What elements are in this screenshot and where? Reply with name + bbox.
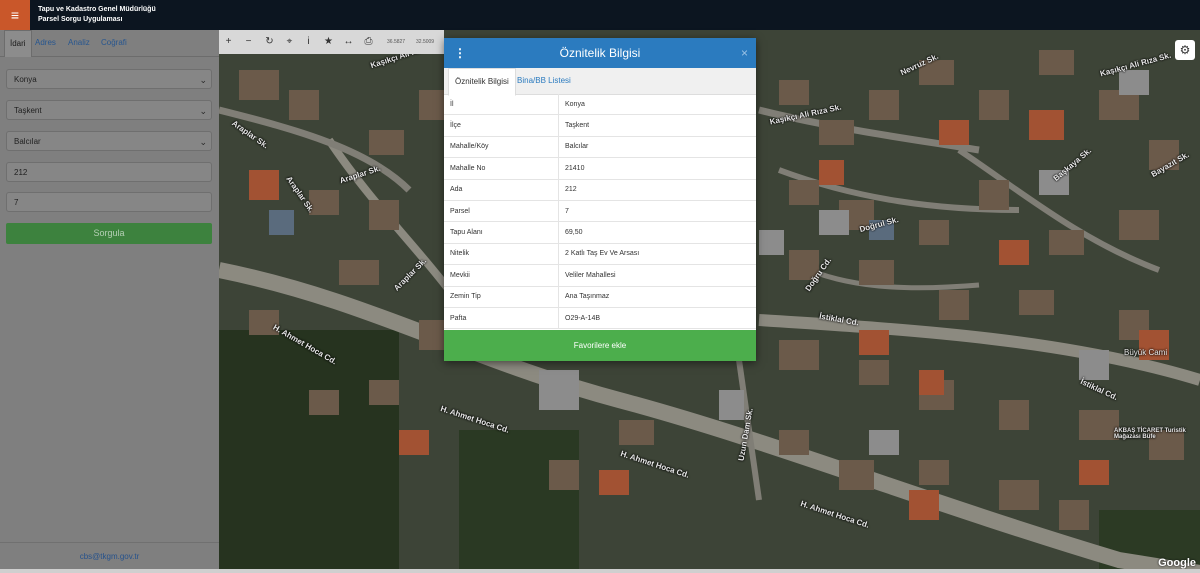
- attribute-value: Veliler Mahallesi: [558, 264, 756, 287]
- sidebar: İdari Adres Analiz Coğrafi Konya ⌄ Taşke…: [0, 30, 219, 573]
- ilce-select[interactable]: Taşkent ⌄: [6, 100, 212, 120]
- table-row: Mahalle No 21410: [444, 157, 756, 180]
- parsel-input-value: 7: [14, 198, 19, 207]
- info-icon[interactable]: i: [299, 30, 318, 54]
- chevron-down-icon: ⌄: [199, 106, 207, 116]
- attribute-key: İlçe: [444, 114, 559, 137]
- print-icon[interactable]: ⎙: [359, 30, 378, 54]
- coord-y: 32.5009: [416, 39, 435, 45]
- table-row: Tapu Alanı 69,50: [444, 221, 756, 244]
- attribute-modal: Öznitelik Bilgisi ⋮ × Öznitelik Bilgisi …: [444, 38, 756, 361]
- app-title-line2: Parsel Sorgu Uygulaması: [38, 16, 123, 23]
- attribute-key: Tapu Alanı: [444, 221, 559, 244]
- modal-header: Öznitelik Bilgisi ⋮ ×: [444, 38, 756, 68]
- app-brand: Tapu ve Kadastro Genel Müdürlüğü Parsel …: [38, 5, 156, 25]
- google-attribution: Google: [1158, 557, 1196, 569]
- attribute-key: Mahalle No: [444, 157, 559, 180]
- sorgula-button[interactable]: Sorgula: [6, 223, 212, 244]
- attribute-value: 2 Katlı Taş Ev Ve Arsası: [558, 243, 756, 266]
- coord-x: 36.5827: [387, 39, 406, 45]
- tab-analiz[interactable]: Analiz: [68, 30, 90, 56]
- top-bar: ≡ Tapu ve Kadastro Genel Müdürlüğü Parse…: [0, 0, 1200, 30]
- table-row: İlçe Taşkent: [444, 114, 756, 137]
- attribute-key: Nitelik: [444, 243, 559, 266]
- hamburger-icon[interactable]: ≡: [0, 0, 30, 30]
- table-row: Mahalle/Köy Balcılar: [444, 136, 756, 159]
- chevron-down-icon: ⌄: [199, 137, 207, 147]
- attribute-value: Ana Taşınmaz: [558, 286, 756, 308]
- attribute-value: 21410: [558, 157, 756, 180]
- mahalle-select[interactable]: Balcılar ⌄: [6, 131, 212, 151]
- minus-icon[interactable]: −: [239, 30, 258, 54]
- modal-tabs: Öznitelik Bilgisi Bina/BB Listesi: [444, 68, 756, 96]
- landmark-label: Büyük Cami: [1124, 348, 1168, 357]
- attribute-value: 7: [558, 200, 756, 223]
- modal-title: Öznitelik Bilgisi: [559, 46, 641, 60]
- map-toolbar: + − ↻ ⌖ i ★ ↔ ⎙ 36.5827 32.5009: [219, 30, 444, 54]
- attribute-key: Mahalle/Köy: [444, 136, 559, 159]
- tab-adres[interactable]: Adres: [35, 30, 56, 56]
- attribute-value: Konya: [558, 94, 756, 116]
- table-row: Pafta O29-A-14B: [444, 307, 756, 330]
- table-row: Ada 212: [444, 179, 756, 201]
- attribute-value: Balcılar: [558, 136, 756, 159]
- tab-oznitelik[interactable]: Öznitelik Bilgisi: [448, 68, 516, 96]
- tab-bina-listesi[interactable]: Bina/BB Listesi: [511, 68, 577, 94]
- add-favorite-button[interactable]: Favorilere ekle: [444, 330, 756, 361]
- kebab-menu-icon[interactable]: ⋮: [454, 38, 466, 68]
- star-icon[interactable]: ★: [319, 30, 338, 54]
- app-title-line1: Tapu ve Kadastro Genel Müdürlüğü: [38, 6, 156, 13]
- landmark-label: AKBAŞ TİCARET Turistik Mağazası Büfe: [1114, 428, 1186, 440]
- ada-input-value: 212: [14, 168, 28, 177]
- attribute-value: 69,50: [558, 221, 756, 244]
- chevron-down-icon: ⌄: [199, 75, 207, 85]
- attribute-key: Mevkii: [444, 264, 559, 287]
- crosshair-icon[interactable]: ⌖: [280, 30, 299, 54]
- status-strip: [0, 569, 1200, 573]
- attribute-value: O29-A-14B: [558, 307, 756, 330]
- mahalle-select-value: Balcılar: [14, 137, 41, 146]
- table-row: İl Konya: [444, 94, 756, 116]
- tab-cografi[interactable]: Coğrafi: [101, 30, 127, 56]
- plus-icon[interactable]: +: [219, 30, 238, 54]
- attribute-table: İl Konya İlçe Taşkent Mahalle/Köy Balcılar Mah…: [444, 94, 756, 330]
- parsel-input[interactable]: 7: [6, 192, 212, 212]
- attribute-key: Pafta: [444, 307, 559, 330]
- attribute-value: Taşkent: [558, 114, 756, 137]
- attribute-key: Ada: [444, 179, 559, 201]
- table-row: Nitelik 2 Katlı Taş Ev Ve Arsası: [444, 243, 756, 266]
- refresh-icon[interactable]: ↻: [260, 30, 279, 54]
- attribute-key: Zemin Tip: [444, 286, 559, 308]
- il-select-value: Konya: [14, 75, 37, 84]
- ada-input[interactable]: 212: [6, 162, 212, 182]
- tab-idari[interactable]: İdari: [4, 30, 32, 57]
- ruler-icon[interactable]: ↔: [339, 30, 358, 54]
- table-row: Mevkii Veliler Mahallesi: [444, 264, 756, 287]
- attribute-key: Parsel: [444, 200, 559, 223]
- table-row: Zemin Tip Ana Taşınmaz: [444, 286, 756, 308]
- table-row: Parsel 7: [444, 200, 756, 223]
- attribute-value: 212: [558, 179, 756, 201]
- ilce-select-value: Taşkent: [14, 106, 42, 115]
- il-select[interactable]: Konya ⌄: [6, 69, 212, 89]
- gear-icon[interactable]: ⚙: [1175, 40, 1195, 60]
- sidebar-tabs: İdari Adres Analiz Coğrafi: [0, 30, 219, 57]
- attribute-key: İl: [444, 94, 559, 116]
- close-icon[interactable]: ×: [741, 38, 748, 68]
